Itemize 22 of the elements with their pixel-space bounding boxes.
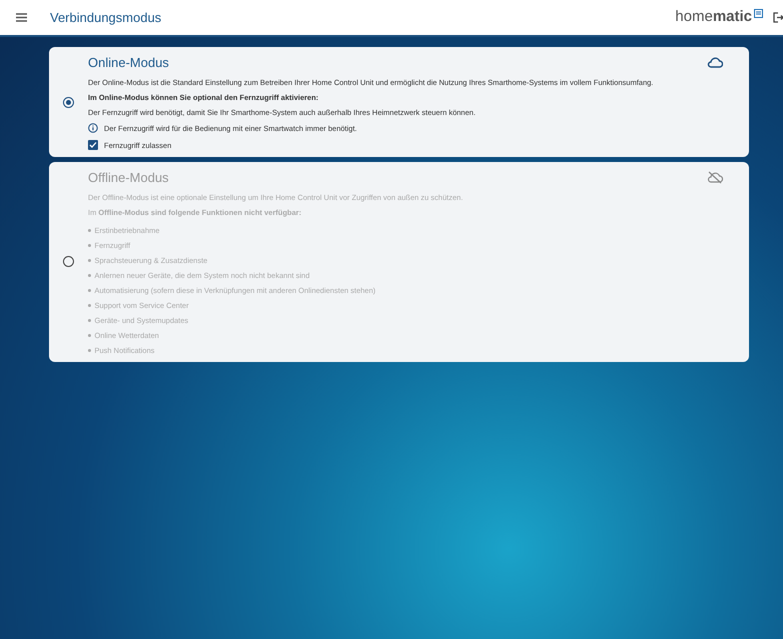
logout-icon[interactable] — [773, 12, 783, 23]
bullet-icon — [88, 334, 90, 337]
bullet-icon — [88, 274, 90, 277]
bullet-icon — [88, 304, 90, 307]
bullet-icon — [88, 259, 90, 262]
cloud-off-icon — [707, 171, 723, 184]
bullet-icon — [88, 319, 90, 322]
mode-title: Online-Modus — [88, 54, 169, 72]
page-title: Verbindungsmodus — [50, 8, 162, 27]
info-icon — [88, 123, 98, 134]
checkbox[interactable] — [88, 140, 98, 150]
mode-title: Offline-Modus — [88, 169, 169, 187]
bullet-icon — [88, 349, 90, 352]
logo-mark-icon — [754, 9, 763, 18]
menu-icon[interactable] — [16, 13, 27, 22]
radio-button[interactable] — [63, 96, 74, 108]
logo: homematic — [675, 7, 752, 28]
radio-button[interactable] — [63, 256, 74, 268]
cloud-icon — [707, 57, 723, 68]
bullet-icon — [88, 244, 90, 247]
bullet-icon — [88, 289, 90, 292]
bullet-icon — [88, 229, 90, 232]
